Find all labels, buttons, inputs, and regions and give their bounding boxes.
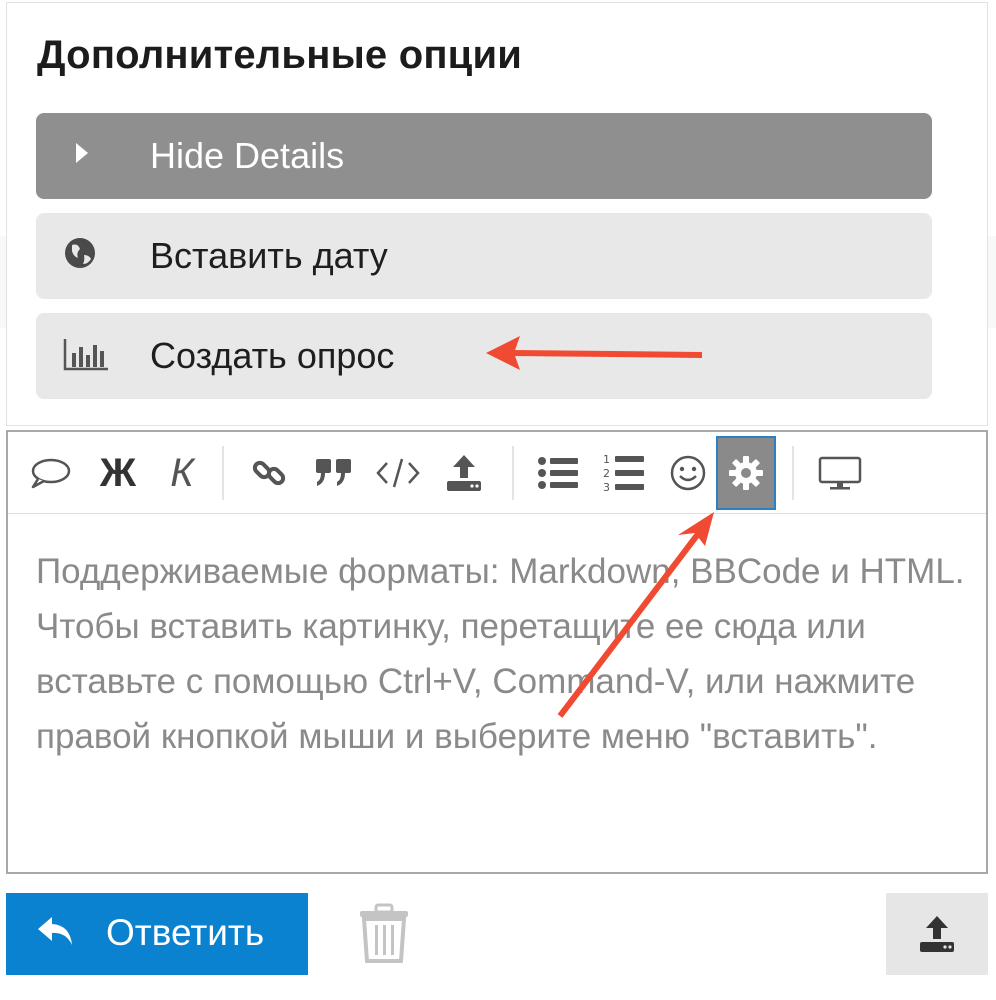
upload-button[interactable] (886, 893, 988, 975)
smiley-icon[interactable] (658, 440, 718, 506)
post-editor: Ж К 1 2 3 Поддерживаемые форматы: Markdo… (6, 430, 988, 874)
quote-icon[interactable] (304, 440, 364, 506)
svg-text:2: 2 (603, 467, 610, 480)
bar-chart-icon (62, 335, 108, 375)
toolbar-separator (222, 446, 224, 500)
trash-icon[interactable] (356, 903, 412, 965)
hide-details-button[interactable]: Hide Details (36, 113, 932, 199)
upload-icon (920, 916, 954, 952)
settings-button[interactable] (716, 436, 776, 510)
caret-right-icon (62, 135, 102, 175)
svg-text:1: 1 (603, 453, 610, 466)
italic-icon: К (170, 451, 194, 495)
additional-options-panel: Дополнительные опции Hide Details Встави… (6, 2, 988, 426)
reply-button[interactable]: Ответить (6, 893, 308, 975)
insert-date-label: Вставить дату (150, 235, 388, 276)
create-poll-button[interactable]: Создать опрос (36, 313, 932, 399)
svg-text:3: 3 (603, 481, 610, 494)
create-poll-label: Создать опрос (150, 335, 395, 376)
toolbar-separator (512, 446, 514, 500)
speech-bubble-icon[interactable] (20, 440, 80, 506)
code-icon[interactable] (368, 440, 428, 506)
reply-arrow-icon (34, 913, 80, 958)
bullet-list-icon[interactable] (528, 440, 588, 506)
globe-icon (62, 235, 102, 275)
bold-button[interactable]: Ж (88, 440, 148, 506)
insert-date-button[interactable]: Вставить дату (36, 213, 932, 299)
reply-button-label: Ответить (106, 912, 265, 953)
hide-details-label: Hide Details (150, 135, 345, 176)
toolbar-separator (792, 446, 794, 500)
panel-title: Дополнительные опции (37, 33, 523, 77)
editor-toolbar: Ж К 1 2 3 (8, 432, 986, 514)
preview-icon[interactable] (810, 440, 870, 506)
editor-placeholder-text[interactable]: Поддерживаемые форматы: Markdown, BBCode… (36, 544, 966, 764)
link-icon[interactable] (240, 440, 300, 506)
numbered-list-icon[interactable]: 1 2 3 (594, 440, 654, 506)
bold-icon: Ж (99, 451, 137, 495)
gear-icon (729, 456, 763, 490)
italic-button[interactable]: К (152, 440, 212, 506)
upload-icon[interactable] (434, 440, 494, 506)
